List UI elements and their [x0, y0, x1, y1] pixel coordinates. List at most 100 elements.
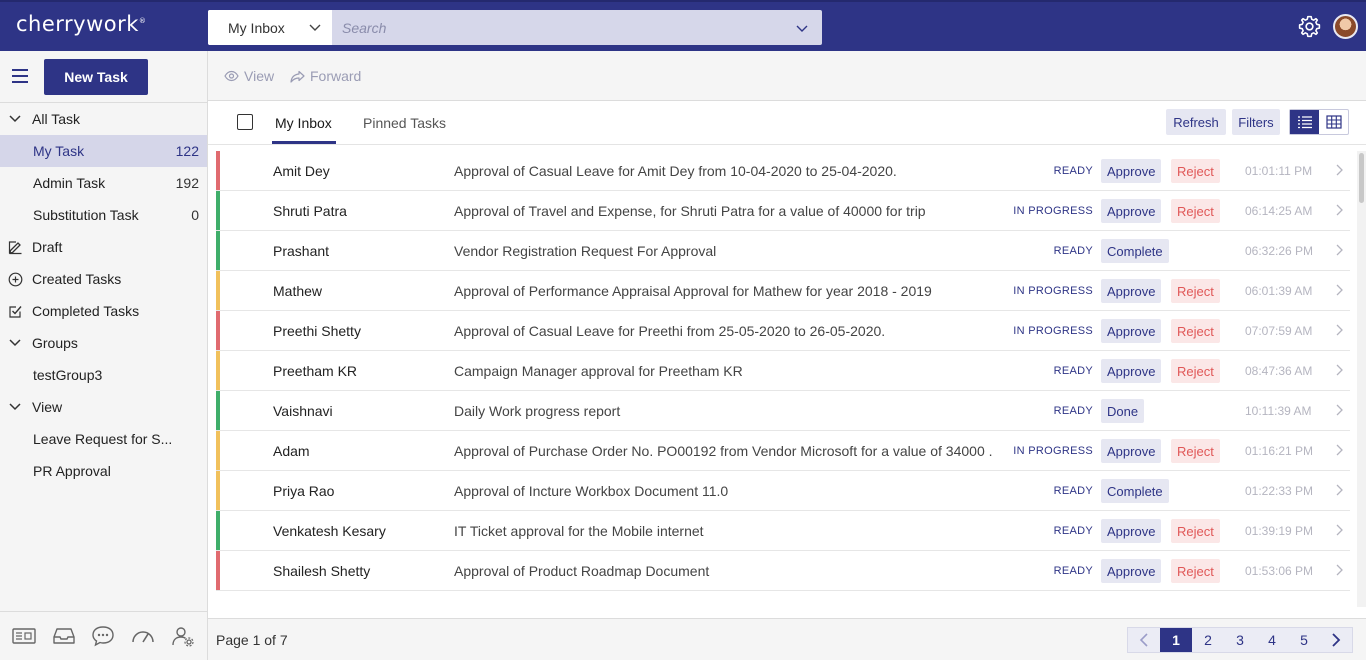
primary-action-button[interactable]: Approve	[1101, 559, 1162, 583]
task-subject[interactable]: Campaign Manager approval for Preetham K…	[454, 363, 743, 379]
sidebar-item-completed-tasks[interactable]: Completed Tasks	[0, 295, 207, 327]
task-row[interactable]: Priya Rao Approval of Incture Workbox Doc…	[216, 471, 1350, 511]
sidebar-item-leave-request[interactable]: Leave Request for S...	[0, 423, 207, 455]
chat-bubble-icon[interactable]	[90, 624, 116, 648]
reject-button[interactable]: Reject	[1171, 359, 1220, 383]
search-scope-select[interactable]: My Inbox	[208, 10, 332, 45]
task-list-scrollbar[interactable]	[1357, 151, 1366, 607]
user-avatar[interactable]	[1333, 14, 1358, 39]
status-badge: READY	[1053, 405, 1093, 417]
forward-action[interactable]: Forward	[290, 68, 361, 84]
primary-action-button[interactable]: Approve	[1101, 159, 1162, 183]
task-row[interactable]: Shruti Patra Approval of Travel and Expen…	[216, 191, 1350, 231]
sidebar-item-substitution-task[interactable]: Substitution Task 0	[0, 199, 207, 231]
reject-button[interactable]: Reject	[1171, 439, 1220, 463]
settings-gear-icon[interactable]	[1297, 14, 1322, 39]
tab-pinned-tasks[interactable]: Pinned Tasks	[363, 115, 446, 131]
chevron-right-icon[interactable]	[1335, 484, 1343, 496]
page-1-button[interactable]: 1	[1160, 628, 1192, 652]
reject-button[interactable]: Reject	[1171, 519, 1220, 543]
select-all-checkbox[interactable]	[237, 114, 253, 130]
sidebar-item-view[interactable]: View	[0, 391, 207, 423]
sidebar-item-my-task[interactable]: My Task 122	[0, 135, 207, 167]
app-logo[interactable]: cherrywork®	[16, 12, 146, 36]
primary-action-button[interactable]: Approve	[1101, 519, 1162, 543]
sidebar-item-admin-task[interactable]: Admin Task 192	[0, 167, 207, 199]
task-time: 01:22:33 PM	[1245, 484, 1314, 498]
view-action[interactable]: View	[224, 68, 274, 84]
chevron-right-icon[interactable]	[1335, 564, 1343, 576]
pencil-icon	[8, 241, 22, 255]
chevron-right-icon[interactable]	[1335, 404, 1343, 416]
task-subject[interactable]: IT Ticket approval for the Mobile intern…	[454, 523, 704, 539]
filters-button[interactable]: Filters	[1232, 109, 1280, 135]
list-view-button[interactable]	[1290, 110, 1319, 134]
task-row[interactable]: Preethi Shetty Approval of Casual Leave f…	[216, 311, 1350, 351]
primary-action-button[interactable]: Complete	[1101, 239, 1169, 263]
prev-page-button[interactable]	[1128, 628, 1160, 652]
sidebar-item-draft[interactable]: Draft	[0, 231, 207, 263]
task-subject[interactable]: Approval of Casual Leave for Amit Dey fr…	[454, 163, 897, 179]
task-time: 01:39:19 PM	[1245, 524, 1314, 538]
task-subject[interactable]: Approval of Purchase Order No. PO00192 f…	[454, 443, 993, 459]
chevron-right-icon[interactable]	[1335, 364, 1343, 376]
refresh-button[interactable]: Refresh	[1166, 109, 1226, 135]
chevron-right-icon[interactable]	[1335, 444, 1343, 456]
task-subject[interactable]: Approval of Performance Appraisal Approv…	[454, 283, 932, 299]
reject-button[interactable]: Reject	[1171, 559, 1220, 583]
grid-view-button[interactable]	[1319, 110, 1348, 134]
reject-button[interactable]: Reject	[1171, 279, 1220, 303]
search-dropdown-button[interactable]	[782, 10, 822, 45]
primary-action-button[interactable]: Approve	[1101, 359, 1162, 383]
task-row[interactable]: Prashant Vendor Registration Request For …	[216, 231, 1350, 271]
sidebar-item-created-tasks[interactable]: Created Tasks	[0, 263, 207, 295]
primary-action-button[interactable]: Approve	[1101, 439, 1162, 463]
task-row[interactable]: Adam Approval of Purchase Order No. PO001…	[216, 431, 1350, 471]
chevron-right-icon[interactable]	[1335, 204, 1343, 216]
primary-action-button[interactable]: Done	[1101, 399, 1145, 423]
task-row[interactable]: Venkatesh Kesary IT Ticket approval for t…	[216, 511, 1350, 551]
page-2-button[interactable]: 2	[1192, 628, 1224, 652]
task-subject[interactable]: Approval of Casual Leave for Preethi fro…	[454, 323, 885, 339]
speedometer-icon[interactable]	[130, 625, 156, 647]
task-row[interactable]: Amit Dey Approval of Casual Leave for Ami…	[216, 151, 1350, 191]
tab-my-inbox[interactable]: My Inbox	[275, 115, 332, 131]
task-row[interactable]: Preetham KR Campaign Manager approval for…	[216, 351, 1350, 391]
primary-action-button[interactable]: Approve	[1101, 279, 1162, 303]
page-3-button[interactable]: 3	[1224, 628, 1256, 652]
sidebar-item-all-task[interactable]: All Task	[0, 103, 207, 135]
task-subject[interactable]: Approval of Travel and Expense, for Shru…	[454, 203, 926, 219]
task-row[interactable]: Shailesh Shetty Approval of Product Roadm…	[216, 551, 1350, 591]
reject-button[interactable]: Reject	[1171, 319, 1220, 343]
chevron-right-icon[interactable]	[1335, 244, 1343, 256]
chevron-right-icon[interactable]	[1335, 524, 1343, 536]
task-subject[interactable]: Approval of Product Roadmap Document	[454, 563, 709, 579]
primary-action-button[interactable]: Complete	[1101, 479, 1169, 503]
primary-action-button[interactable]: Approve	[1101, 319, 1162, 343]
reject-button[interactable]: Reject	[1171, 199, 1220, 223]
task-subject[interactable]: Approval of Incture Workbox Document 11.…	[454, 483, 728, 499]
page-4-button[interactable]: 4	[1256, 628, 1288, 652]
task-row[interactable]: Mathew Approval of Performance Appraisal …	[216, 271, 1350, 311]
next-page-button[interactable]	[1320, 628, 1352, 652]
chevron-down-icon	[9, 115, 21, 123]
inbox-tray-icon[interactable]	[51, 625, 77, 647]
chevron-right-icon[interactable]	[1335, 164, 1343, 176]
hamburger-menu-icon[interactable]	[11, 68, 29, 84]
chevron-right-icon[interactable]	[1335, 324, 1343, 336]
sidebar-item-groups[interactable]: Groups	[0, 327, 207, 359]
task-subject[interactable]: Daily Work progress report	[454, 403, 620, 419]
search-input[interactable]	[332, 10, 782, 45]
task-subject[interactable]: Vendor Registration Request For Approval	[454, 243, 716, 259]
task-row[interactable]: Vaishnavi Daily Work progress report READY…	[216, 391, 1350, 431]
primary-action-button[interactable]: Approve	[1101, 199, 1162, 223]
user-settings-icon[interactable]	[170, 624, 196, 648]
reject-button[interactable]: Reject	[1171, 159, 1220, 183]
new-task-button[interactable]: New Task	[44, 59, 148, 95]
chevron-right-icon[interactable]	[1335, 284, 1343, 296]
page-5-button[interactable]: 5	[1288, 628, 1320, 652]
scrollbar-thumb[interactable]	[1359, 153, 1364, 203]
sidebar-item-testgroup3[interactable]: testGroup3	[0, 359, 207, 391]
sidebar-item-pr-approval[interactable]: PR Approval	[0, 455, 207, 487]
id-card-icon[interactable]	[11, 625, 37, 647]
